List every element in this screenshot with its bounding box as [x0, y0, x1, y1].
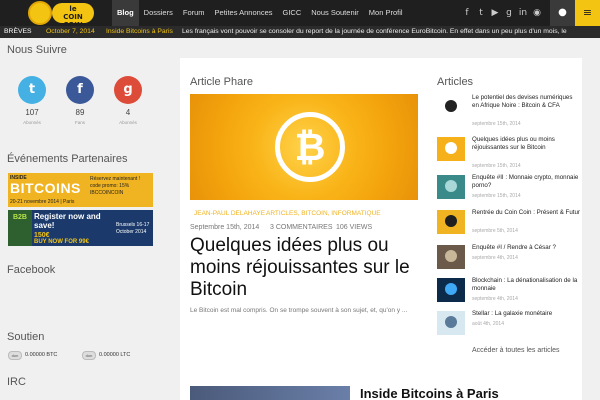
article-title[interactable]: Quelques idées plus ou moins réjouissant… [472, 136, 580, 152]
logo-text: le COIN COIN [52, 3, 94, 29]
article-date: septembre 15th, 2014 [472, 121, 521, 127]
article-thumbnail[interactable] [437, 278, 465, 302]
inside-bitcoins-banner[interactable]: INSIDE BITCOINS 20-21 novembre 2014 | Pa… [8, 173, 153, 207]
user-icon[interactable]: ● [550, 0, 575, 26]
facebook-count: 89 [75, 108, 85, 117]
btc-amount: 0.00000 BTC [25, 352, 58, 358]
events-title: Événements Partenaires [7, 153, 128, 165]
second-article-title[interactable]: Inside Bitcoins à Paris [360, 386, 499, 400]
article-thumbnail[interactable] [437, 137, 465, 161]
facebook-icon[interactable]: f [462, 8, 472, 18]
irc-title: IRC [7, 376, 26, 388]
soutien-title: Soutien [7, 331, 45, 343]
thumbnail-graphic [445, 180, 457, 192]
btc-donation: don 0.00000 BTC [8, 349, 57, 361]
site-logo[interactable]: le COIN COIN [6, 0, 96, 29]
featured-categories[interactable]: ARTICLES, BITCOIN, INFORMATIQUE [266, 210, 381, 217]
google-plus-icon[interactable]: g [504, 8, 514, 18]
nav-item-forum[interactable]: Forum [178, 0, 210, 26]
facebook-count-label: Fans [74, 120, 85, 125]
featured-views: 106 VIEWS [336, 224, 373, 231]
google-plus-icon[interactable]: g [114, 76, 142, 104]
facebook-icon[interactable]: f [66, 76, 94, 104]
thumbnail-graphic [445, 316, 457, 328]
article-title[interactable]: Enquête #II : Monnaie crypto, monnaie po… [472, 174, 580, 190]
ticker-text: Les français vont pouvoir se consoler du… [182, 28, 567, 35]
twitter-count: 107 [25, 108, 39, 117]
article-date: septembre 15th, 2014 [472, 163, 521, 169]
featured-author[interactable]: JEAN-PAUL DELAHAYE [194, 210, 265, 217]
ticker-headline-link[interactable]: Inside Bitcoins à Paris [106, 26, 173, 38]
nav-item-nous-soutenir[interactable]: Nous Soutenir [306, 0, 364, 26]
article-title[interactable]: Rentrée du Coin Coin : Présent & Futur [472, 209, 580, 217]
nav-item-blog[interactable]: Blog [112, 0, 139, 26]
featured-date: Septembre 15th, 2014 [190, 224, 260, 231]
article-date: septembre 4th, 2014 [472, 255, 518, 261]
article-thumbnail[interactable] [437, 210, 465, 234]
thumbnail-graphic [445, 215, 457, 227]
ticker-label: BRÈVES [4, 28, 32, 35]
featured-section-title: Article Phare [190, 76, 253, 88]
article-date: août 4th, 2014 [472, 321, 504, 327]
social-links: f t ▶ g in ◉ [462, 0, 542, 26]
article-date: septembre 4th, 2014 [472, 296, 518, 302]
bitcoin-icon: ₿ [294, 125, 326, 169]
follow-title: Nous Suivre [7, 44, 67, 56]
coin-logo-icon [28, 1, 52, 25]
main-nav: Blog Dossiers Forum Petites Annonces GIC… [112, 0, 408, 26]
articles-section-title: Articles [437, 76, 474, 88]
ticker-date: October 7, 2014 [46, 28, 95, 35]
linkedin-icon[interactable]: in [518, 8, 528, 18]
article-date: septembre 15th, 2014 [472, 193, 521, 199]
article-thumbnail[interactable] [437, 311, 465, 335]
second-article-image[interactable] [190, 386, 350, 400]
all-articles-link[interactable]: Accéder à toutes les articles [472, 347, 560, 354]
ltc-don-button[interactable]: don [82, 350, 96, 360]
top-navbar: le COIN COIN Blog Dossiers Forum Petites… [0, 0, 600, 29]
article-date: septembre 5th, 2014 [472, 228, 518, 234]
news-ticker: BRÈVES October 7, 2014 Inside Bitcoins à… [0, 26, 600, 38]
article-title[interactable]: Le potentiel des devises numériques en A… [472, 94, 580, 110]
article-thumbnail[interactable] [437, 245, 465, 269]
article-title[interactable]: Stellar : La galaxie monétaire [472, 310, 580, 318]
thumbnail-graphic [445, 283, 457, 295]
btc-don-button[interactable]: don [8, 350, 22, 360]
twitter-icon[interactable]: t [18, 76, 46, 104]
article-title[interactable]: Enquête #I / Rendre à César ? [472, 244, 580, 252]
nav-item-petites-annonces[interactable]: Petites Annonces [210, 0, 278, 26]
nav-item-dossiers[interactable]: Dossiers [139, 0, 178, 26]
rss-icon[interactable]: ◉ [532, 8, 542, 18]
article-title[interactable]: Blockchain : La dénationalisation de la … [472, 277, 580, 293]
b2b-event-banner[interactable]: B2B Register now and save! 150€ BUY NOW … [8, 210, 153, 246]
google-count: 4 [125, 108, 131, 117]
google-count-label: Abonnés [119, 120, 137, 125]
youtube-icon[interactable]: ▶ [490, 8, 500, 18]
thumbnail-graphic [445, 250, 457, 262]
featured-title[interactable]: Quelques idées plus ou moins réjouissant… [190, 235, 420, 301]
twitter-icon[interactable]: t [476, 8, 486, 18]
thumbnail-graphic [445, 142, 457, 154]
ltc-donation: don 0.00000 LTC [82, 349, 130, 361]
ltc-amount: 0.00000 LTC [99, 352, 131, 358]
featured-comments[interactable]: 3 COMMENTAIRES [270, 224, 333, 231]
twitter-count-label: Abonnés [23, 120, 41, 125]
featured-image[interactable]: ₿ [190, 94, 418, 200]
facebook-widget-title: Facebook [7, 264, 56, 276]
article-thumbnail[interactable] [437, 175, 465, 199]
menu-icon[interactable]: ≡ [575, 0, 600, 26]
article-thumbnail[interactable] [437, 95, 465, 119]
featured-excerpt: Le Bitcoin est mal compris. On se trompe… [190, 307, 408, 314]
nav-item-mon-profil[interactable]: Mon Profil [364, 0, 408, 26]
nav-item-gicc[interactable]: GICC [278, 0, 307, 26]
thumbnail-graphic [445, 100, 457, 112]
